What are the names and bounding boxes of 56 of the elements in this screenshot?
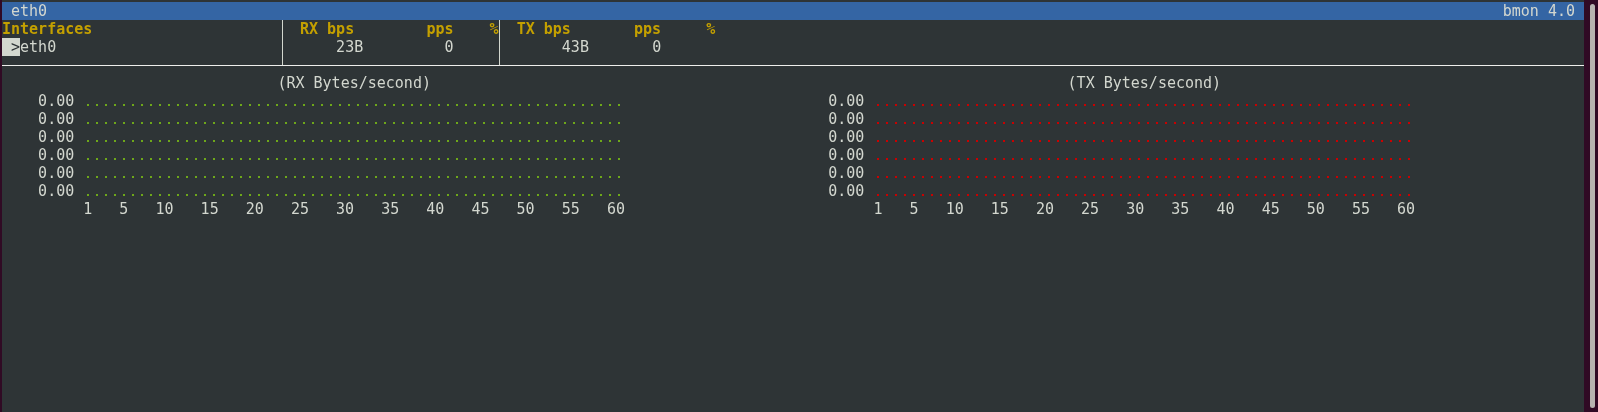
axis-label: 35	[380, 200, 400, 218]
column-header: pps	[633, 20, 662, 38]
graph-title: (RX Bytes/second)	[276, 74, 432, 92]
table-cell-text: 23B	[335, 38, 364, 56]
column-header: %	[488, 20, 499, 38]
axis-label: 10	[154, 200, 174, 218]
axis-label: 35	[1170, 200, 1190, 218]
column-header: RX bps	[299, 20, 356, 38]
table-cell-text: 43B	[560, 38, 589, 56]
app-version: bmon 4.0	[1502, 2, 1575, 20]
axis-label: 15	[989, 200, 1009, 218]
axis-label: 0.00	[37, 146, 75, 164]
axis-label: 60	[605, 200, 625, 218]
table-cell-text: 0	[443, 38, 454, 56]
axis-label: 40	[1215, 200, 1235, 218]
axis-label: 0.00	[827, 182, 865, 200]
axis-label: 0.00	[37, 128, 75, 146]
axis-label: 0.00	[37, 110, 75, 128]
axis-label: 45	[1260, 200, 1280, 218]
axis-label: 0.00	[37, 164, 75, 182]
axis-label: 20	[244, 200, 264, 218]
axis-label: 30	[1125, 200, 1145, 218]
column-header: %	[705, 20, 716, 38]
axis-label: 0.00	[827, 92, 865, 110]
axis-label: 55	[1350, 200, 1370, 218]
column-header: pps	[425, 20, 454, 38]
axis-label: 0.00	[37, 92, 75, 110]
axis-label: 5	[908, 200, 919, 218]
axis-label: 5	[118, 200, 129, 218]
axis-label: 50	[515, 200, 535, 218]
axis-label: 0.00	[827, 164, 865, 182]
axis-label: 20	[1034, 200, 1054, 218]
row-cursor: >	[2, 38, 21, 56]
axis-label: 0.00	[37, 182, 75, 200]
axis-label: 25	[289, 200, 309, 218]
table-cell-text: 0	[651, 38, 662, 56]
axis-label: 50	[1305, 200, 1325, 218]
axis-label: 0.00	[827, 110, 865, 128]
graph-title: (TX Bytes/second)	[1066, 74, 1223, 92]
axis-label: 1	[83, 200, 93, 218]
window-title: eth0	[11, 2, 48, 20]
axis-label: 40	[425, 200, 445, 218]
column-header: Interfaces	[2, 20, 94, 38]
axis-label: 25	[1080, 200, 1100, 218]
axis-label: 30	[335, 200, 355, 218]
column-header: TX bps	[515, 20, 572, 38]
interface-name[interactable]: eth0	[20, 38, 57, 56]
axis-label: 55	[560, 200, 580, 218]
axis-label: 15	[199, 200, 219, 218]
axis-label: 60	[1396, 200, 1416, 218]
axis-label: 10	[944, 200, 964, 218]
axis-label: 1	[873, 200, 883, 218]
scrollbar[interactable]	[1590, 4, 1595, 408]
axis-label: 0.00	[827, 128, 865, 146]
axis-label: 0.00	[827, 146, 865, 164]
axis-label: 45	[470, 200, 490, 218]
